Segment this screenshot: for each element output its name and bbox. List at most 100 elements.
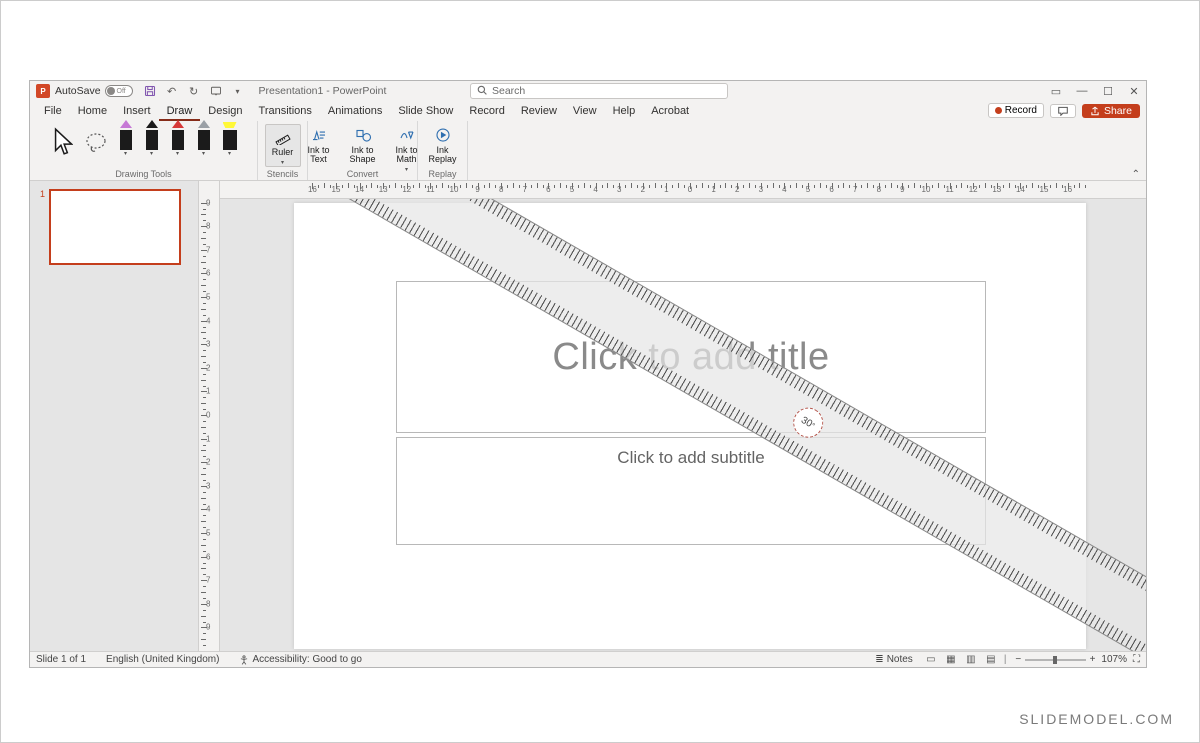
tab-insert[interactable]: Insert bbox=[115, 101, 159, 121]
ribbon-tabs: FileHomeInsertDrawDesignTransitionsAnima… bbox=[30, 101, 1146, 121]
select-tool[interactable] bbox=[49, 124, 75, 160]
pen-1[interactable]: ▾ bbox=[117, 124, 135, 157]
language[interactable]: English (United Kingdom) bbox=[106, 654, 219, 665]
ribbon: ▾▾▾▾▾ Drawing Tools Ruler ▾ Stencils Ink… bbox=[30, 121, 1146, 181]
ruler-angle-indicator[interactable]: 30° bbox=[788, 402, 829, 443]
slide-canvas[interactable]: Click to add title Click to add subtitle bbox=[294, 203, 1086, 649]
editor: 1615141312111098765432101234567891011121… bbox=[220, 181, 1146, 651]
slide-thumb[interactable] bbox=[49, 189, 181, 265]
group-drawing-tools: ▾ ▾ ▾ ▾ ▾ Drawing Tools bbox=[30, 121, 258, 180]
tab-record[interactable]: Record bbox=[461, 101, 512, 121]
tab-transitions[interactable]: Transitions bbox=[251, 101, 320, 121]
slide-info: Slide 1 of 1 bbox=[36, 654, 86, 665]
app-icon: P bbox=[36, 84, 50, 98]
ruler-button[interactable]: Ruler ▾ bbox=[265, 124, 301, 167]
start-from-beginning-icon[interactable] bbox=[209, 84, 223, 98]
fit-to-window-icon[interactable]: ⛶ bbox=[1133, 654, 1140, 665]
group-label-convert: Convert bbox=[308, 169, 417, 179]
subtitle-placeholder-text: Click to add subtitle bbox=[617, 448, 764, 467]
slide-sorter-icon[interactable]: ▦ bbox=[942, 653, 960, 667]
autosave-toggle[interactable]: Off bbox=[105, 85, 133, 97]
search-icon bbox=[477, 85, 487, 98]
autosave-state: Off bbox=[117, 88, 126, 95]
chevron-down-icon: ▾ bbox=[195, 150, 213, 157]
zoom-slider[interactable]: − + bbox=[1015, 654, 1095, 665]
slide-number: 1 bbox=[40, 189, 45, 265]
chevron-down-icon: ▾ bbox=[281, 159, 284, 166]
horizontal-ruler: 1615141312111098765432101234567891011121… bbox=[220, 181, 1146, 199]
status-bar: Slide 1 of 1 English (United Kingdom) Ac… bbox=[30, 651, 1146, 667]
watermark: SLIDEMODEL.COM bbox=[1019, 711, 1174, 727]
accessibility-status[interactable]: Accessibility: Good to go bbox=[239, 654, 362, 665]
tab-file[interactable]: File bbox=[36, 101, 70, 121]
search-input[interactable]: Search bbox=[470, 83, 728, 99]
chevron-down-icon: ▾ bbox=[221, 150, 239, 157]
slide-thumbnail-1[interactable]: 1 bbox=[40, 189, 190, 265]
quick-access-toolbar: ↶ ↻ ▾ bbox=[143, 84, 245, 98]
qat-customize-icon[interactable]: ▾ bbox=[231, 84, 245, 98]
slide-panel[interactable]: 1 bbox=[30, 181, 198, 651]
pen-3[interactable]: ▾ bbox=[169, 124, 187, 157]
save-icon[interactable] bbox=[143, 84, 157, 98]
ink-to-shape-label: Ink to Shape bbox=[345, 146, 381, 164]
pen-4[interactable]: ▾ bbox=[195, 124, 213, 157]
slideshow-view-icon[interactable]: ▤ bbox=[982, 653, 1000, 667]
chevron-down-icon: ▾ bbox=[117, 150, 135, 157]
ink-replay-label: Ink Replay bbox=[425, 146, 461, 164]
document-title: Presentation1 - PowerPoint bbox=[259, 85, 387, 97]
group-replay: Ink Replay Replay bbox=[418, 121, 468, 180]
ink-to-text-button[interactable]: Ink to Text bbox=[301, 124, 337, 164]
slide-stage[interactable]: Click to add title Click to add subtitle… bbox=[220, 199, 1146, 651]
ribbon-display-icon[interactable]: ▭ bbox=[1048, 85, 1064, 98]
record-label: Record bbox=[1005, 105, 1037, 116]
work-area: 1 9876543210123456789 161514131211109876… bbox=[30, 181, 1146, 651]
pen-5[interactable]: ▾ bbox=[221, 124, 239, 157]
maximize-icon[interactable]: ☐ bbox=[1100, 85, 1116, 98]
tab-draw[interactable]: Draw bbox=[159, 101, 201, 121]
collapse-ribbon-icon[interactable]: ⌃ bbox=[1132, 169, 1140, 180]
chevron-down-icon: ▾ bbox=[169, 150, 187, 157]
normal-view-icon[interactable]: ▭ bbox=[922, 653, 940, 667]
window-controls: ▭ — ☐ ✕ bbox=[1048, 81, 1142, 101]
tab-view[interactable]: View bbox=[565, 101, 605, 121]
app-window: P AutoSave Off ↶ ↻ ▾ Presentation1 - Pow… bbox=[29, 80, 1147, 668]
group-label-drawing: Drawing Tools bbox=[30, 169, 257, 179]
minimize-icon[interactable]: — bbox=[1074, 85, 1090, 97]
autosave[interactable]: AutoSave Off bbox=[55, 85, 133, 97]
reading-view-icon[interactable]: ▥ bbox=[962, 653, 980, 667]
record-button[interactable]: Record bbox=[988, 103, 1044, 118]
tab-home[interactable]: Home bbox=[70, 101, 115, 121]
tab-acrobat[interactable]: Acrobat bbox=[643, 101, 697, 121]
tabs-right: Record Share bbox=[988, 103, 1140, 118]
tab-design[interactable]: Design bbox=[200, 101, 250, 121]
chevron-down-icon: ▾ bbox=[143, 150, 161, 157]
notes-icon: ≣ bbox=[875, 654, 883, 665]
share-button[interactable]: Share bbox=[1082, 104, 1140, 118]
zoom-level[interactable]: 107% bbox=[1101, 654, 1127, 665]
tab-review[interactable]: Review bbox=[513, 101, 565, 121]
tab-help[interactable]: Help bbox=[605, 101, 644, 121]
search-placeholder: Search bbox=[492, 85, 525, 97]
ink-to-text-label: Ink to Text bbox=[301, 146, 337, 164]
ink-replay-button[interactable]: Ink Replay bbox=[425, 124, 461, 164]
group-convert: Ink to Text Ink to Shape Ink to Math ▾ C… bbox=[308, 121, 418, 180]
tab-slide-show[interactable]: Slide Show bbox=[390, 101, 461, 121]
share-label: Share bbox=[1104, 105, 1132, 117]
close-icon[interactable]: ✕ bbox=[1126, 85, 1142, 98]
undo-icon[interactable]: ↶ bbox=[165, 84, 179, 98]
notes-button[interactable]: ≣Notes bbox=[875, 654, 913, 665]
title-bar: P AutoSave Off ↶ ↻ ▾ Presentation1 - Pow… bbox=[30, 81, 1146, 101]
comments-button[interactable] bbox=[1050, 104, 1076, 118]
ruler-button-label: Ruler bbox=[272, 147, 294, 157]
group-label-replay: Replay bbox=[418, 169, 467, 179]
redo-icon[interactable]: ↻ bbox=[187, 84, 201, 98]
accessibility-icon bbox=[239, 655, 249, 665]
zoom-out-icon[interactable]: − bbox=[1015, 654, 1021, 665]
autosave-label: AutoSave bbox=[55, 85, 101, 97]
ink-to-shape-button[interactable]: Ink to Shape bbox=[345, 124, 381, 164]
pen-2[interactable]: ▾ bbox=[143, 124, 161, 157]
lasso-select-tool[interactable] bbox=[83, 124, 109, 160]
zoom-in-icon[interactable]: + bbox=[1090, 654, 1096, 665]
tab-animations[interactable]: Animations bbox=[320, 101, 390, 121]
vertical-ruler: 9876543210123456789 bbox=[198, 181, 220, 651]
